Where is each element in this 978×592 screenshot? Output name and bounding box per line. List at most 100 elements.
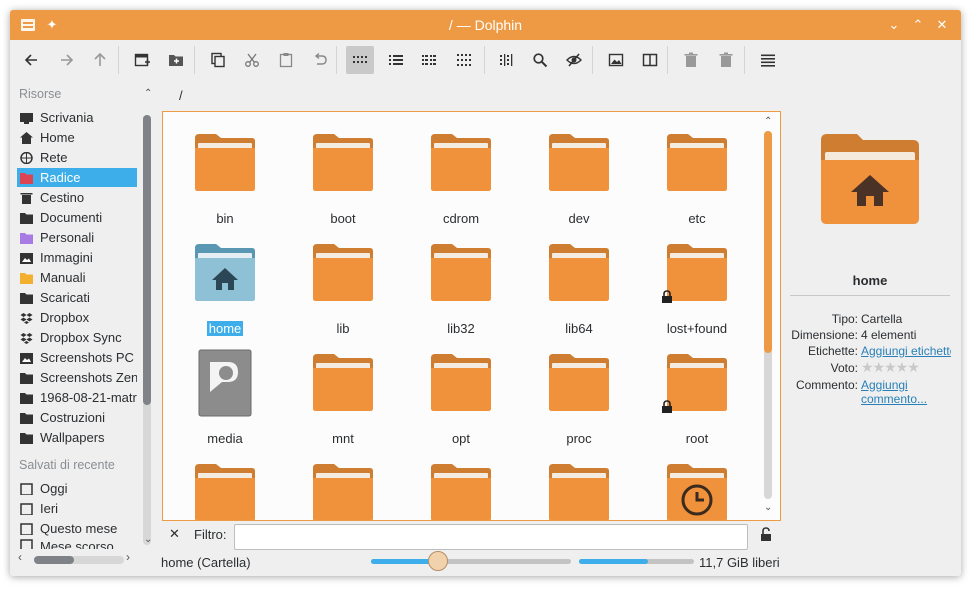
view-scroll-down-icon[interactable]: ⌄ — [764, 502, 772, 513]
trash-button[interactable] — [677, 46, 705, 74]
file-label: boot — [288, 211, 398, 226]
hidden-files-button[interactable] — [560, 46, 588, 74]
place-item-manuali[interactable]: Manuali — [17, 268, 137, 287]
place-item-radice[interactable]: Radice — [17, 168, 137, 187]
undo-button[interactable] — [306, 46, 334, 74]
new-window-button[interactable] — [128, 46, 156, 74]
file-item-cdrom[interactable]: cdrom — [406, 132, 516, 232]
view-scroll-up-icon[interactable]: ⌃ — [764, 116, 772, 127]
paste-button[interactable] — [272, 46, 300, 74]
folder-icon — [20, 212, 33, 224]
rating-stars[interactable]: ★★★★★ — [861, 359, 951, 376]
recent-item-mese-scorso[interactable]: Mese scorso — [17, 539, 137, 549]
add-tags-link[interactable]: Aggiungi etichette — [861, 344, 951, 358]
details-view-button[interactable] — [382, 46, 410, 74]
file-item-dev[interactable]: dev — [524, 132, 634, 232]
new-folder-button[interactable] — [162, 46, 190, 74]
place-item-dropbox[interactable]: Dropbox — [17, 308, 137, 327]
recent-item-questo-mese[interactable]: Questo mese — [17, 519, 137, 538]
minimize-icon[interactable]: ⌄ — [886, 17, 902, 33]
place-item-documenti[interactable]: Documenti — [17, 208, 137, 227]
sidebar-scrollbar[interactable] — [143, 115, 151, 545]
maximize-icon[interactable]: ⌃ — [910, 17, 926, 33]
place-item-scaricati[interactable]: Scaricati — [17, 288, 137, 307]
sidebar-scrollbar-thumb[interactable] — [143, 115, 151, 405]
place-item-screenshots-zenf[interactable]: Screenshots Zenf — [17, 368, 137, 387]
menu-button[interactable] — [754, 46, 782, 74]
place-item-personali[interactable]: Personali — [17, 228, 137, 247]
up-button[interactable] — [86, 46, 114, 74]
place-item-label: Radice — [40, 170, 81, 185]
icons-view-button[interactable] — [346, 46, 374, 74]
file-item-home[interactable]: home — [170, 242, 280, 342]
zoom-slider[interactable] — [371, 551, 571, 571]
rating-label: Voto: — [830, 361, 858, 375]
close-icon[interactable]: ✕ — [934, 17, 950, 33]
grid-view-button[interactable] — [450, 46, 478, 74]
toolbar-separator — [194, 46, 195, 74]
back-button[interactable] — [18, 46, 46, 74]
columns-view-button[interactable] — [493, 46, 521, 74]
place-item-cestino[interactable]: Cestino — [17, 188, 137, 207]
lock-filter-icon[interactable] — [760, 527, 772, 542]
forward-button[interactable] — [52, 46, 80, 74]
file-name: bin — [216, 211, 234, 226]
file-view[interactable]: bin boot cdrom dev etc home lib lib32 lib64 lost+… — [162, 111, 781, 521]
file-item-lib64[interactable]: lib64 — [524, 242, 634, 342]
title-bar: ✦ / — Dolphin ⌄ ⌃ ✕ — [10, 10, 961, 40]
file-item-bin[interactable]: bin — [170, 132, 280, 232]
file-item-lib[interactable]: lib — [288, 242, 398, 342]
place-item-home[interactable]: Home — [17, 128, 137, 147]
filter-input[interactable] — [234, 524, 748, 550]
view-scrollbar[interactable] — [764, 131, 772, 499]
file-item-etc[interactable]: etc — [642, 132, 752, 232]
close-filter-icon[interactable]: ✕ — [169, 526, 180, 542]
place-item-label: 1968-08-21-matri — [40, 390, 137, 405]
file-label: proc — [524, 431, 634, 446]
file-item-boot[interactable]: boot — [288, 132, 398, 232]
file-item-media[interactable]: media — [170, 349, 280, 452]
split-view-button[interactable] — [636, 46, 664, 74]
place-item-scrivania[interactable]: Scrivania — [17, 108, 137, 127]
file-item-lib32[interactable]: lib32 — [406, 242, 516, 342]
place-item-wallpapers[interactable]: Wallpapers — [17, 428, 137, 447]
place-item-screenshots-pc[interactable]: Screenshots PC — [17, 348, 137, 367]
file-item-row3-col0[interactable] — [170, 462, 280, 520]
main-toolbar — [10, 40, 961, 80]
view-scrollbar-thumb[interactable] — [764, 131, 772, 353]
breadcrumb[interactable]: / — [179, 88, 183, 103]
zoom-slider-handle[interactable] — [428, 551, 448, 571]
place-item-label: Scrivania — [40, 110, 94, 125]
search-button[interactable] — [526, 46, 554, 74]
add-comment-link-2[interactable]: commento... — [861, 392, 951, 406]
delete-button[interactable] — [712, 46, 740, 74]
scroll-up-icon[interactable]: ⌃ — [144, 88, 152, 99]
selected-name: home — [852, 273, 888, 288]
recent-item-ieri[interactable]: Ieri — [17, 499, 137, 518]
place-item-costruzioni[interactable]: Costruzioni — [17, 408, 137, 427]
window-title: / — Dolphin — [448, 17, 523, 33]
place-item-1968-08-21-matri[interactable]: 1968-08-21-matri — [17, 388, 137, 407]
file-item-row3-col3[interactable] — [524, 462, 634, 520]
file-item-row3-col2[interactable] — [406, 462, 516, 520]
scroll-down-icon[interactable]: ⌄ — [144, 534, 152, 545]
file-item-row3-col1[interactable] — [288, 462, 398, 520]
file-item-root[interactable]: root — [642, 352, 752, 452]
file-item-proc[interactable]: proc — [524, 352, 634, 452]
recent-item-label: Oggi — [40, 481, 68, 496]
cut-button[interactable] — [238, 46, 266, 74]
place-item-immagini[interactable]: Immagini — [17, 248, 137, 267]
add-comment-link[interactable]: Aggiungi — [861, 378, 951, 392]
folder-icon — [310, 352, 376, 414]
place-item-rete[interactable]: Rete — [17, 148, 137, 167]
place-item-dropbox-sync[interactable]: Dropbox Sync — [17, 328, 137, 347]
file-item-lost+found[interactable]: lost+found — [642, 242, 752, 342]
file-item-row3-col4[interactable] — [642, 462, 752, 520]
recent-item-oggi[interactable]: Oggi — [17, 479, 137, 498]
file-item-opt[interactable]: opt — [406, 352, 516, 452]
copy-button[interactable] — [204, 46, 232, 74]
type-value: Cartella — [861, 312, 903, 326]
file-item-mnt[interactable]: mnt — [288, 352, 398, 452]
compact-view-button[interactable] — [415, 46, 443, 74]
preview-button[interactable] — [602, 46, 630, 74]
